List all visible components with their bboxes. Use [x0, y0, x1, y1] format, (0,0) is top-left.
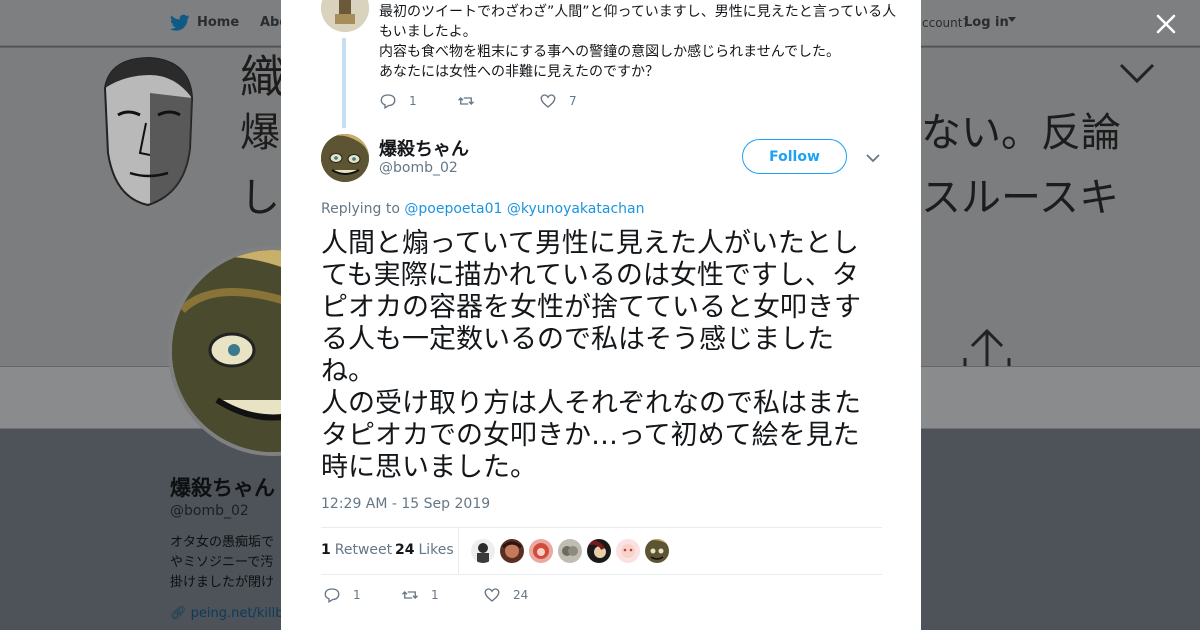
- banner-text-line: し: [240, 175, 280, 221]
- liker-avatar[interactable]: [616, 539, 640, 563]
- like-action[interactable]: 7: [539, 92, 577, 110]
- banner-text-line: 爆: [240, 110, 280, 156]
- account-prompt-text: ccount?: [922, 16, 969, 30]
- nav-home-link[interactable]: Home: [197, 15, 239, 30]
- liker-avatar[interactable]: [587, 539, 611, 563]
- avatar-illustration: [321, 0, 369, 32]
- profile-link-text[interactable]: peing.net/killbo: [191, 606, 282, 621]
- login-link[interactable]: Log in: [964, 15, 1009, 30]
- reply-action[interactable]: 1: [323, 586, 361, 604]
- reply-count: 1: [353, 588, 361, 602]
- stats-divider: [458, 528, 459, 574]
- tweet-text-line: 最初のツイートでわざわざ”人間”と仰っていますし、男性に見えたと言っている人もい…: [379, 4, 897, 40]
- previous-tweet-avatar[interactable]: [321, 0, 369, 32]
- retweets-count: 1: [321, 542, 331, 558]
- banner-text-line: 織: [240, 50, 286, 104]
- reply-icon: [324, 588, 340, 603]
- likes-stat[interactable]: 24 Likes: [395, 542, 454, 558]
- banner-text-line: スルースキ: [921, 175, 1119, 221]
- liker-avatar[interactable]: [500, 539, 524, 563]
- tweet-text-line: あなたには女性への非難に見えたのですか？: [379, 64, 659, 80]
- author-handle[interactable]: @bomb_02: [379, 160, 458, 176]
- mention-link[interactable]: @poepoeta01: [404, 201, 502, 217]
- reply-icon: [380, 94, 396, 109]
- avatar-illustration: [321, 134, 369, 182]
- tweet-paragraph: 人間と煽っていて男性に見えた人がいたとしても実際に描かれているのは女性ですし、タ…: [321, 228, 861, 387]
- mention-link[interactable]: @kyunoyakatachan: [507, 201, 645, 217]
- liker-avatars: [471, 539, 669, 563]
- tweet-timestamp[interactable]: 12:29 AM - 15 Sep 2019: [321, 496, 490, 512]
- replying-prefix: Replying to: [321, 201, 400, 217]
- bio-line: やミソジニーで汚: [170, 555, 274, 570]
- tweet-text: 人間と煽っていて男性に見えた人がいたとしても実際に描かれているのは女性ですし、タ…: [321, 228, 881, 484]
- chevron-down-icon: [1119, 63, 1155, 84]
- retweet-icon: [458, 97, 474, 105]
- banner-text-line: ない。反論: [921, 110, 1121, 156]
- retweet-count: 1: [431, 588, 439, 602]
- retweet-action[interactable]: [457, 92, 487, 110]
- profile-website-link[interactable]: 🔗︎ peing.net/killbo: [170, 606, 282, 621]
- author-avatar[interactable]: [321, 134, 369, 182]
- bio-line: オタ女の愚痴垢で: [170, 535, 275, 550]
- tweet-paragraph: 人の受け取り方は人それぞれなので私はまたタピオカでの女叩きか…って初めて絵を見た…: [321, 388, 861, 483]
- retweets-stat[interactable]: 1 Retweet: [321, 542, 392, 558]
- retweet-action[interactable]: 1: [401, 586, 439, 604]
- author-name[interactable]: 爆殺ちゃん: [379, 135, 469, 161]
- replying-to-line: Replying to @poepoeta01 @kyunoyakatachan: [321, 201, 644, 217]
- heart-icon: [484, 588, 500, 602]
- liker-avatar[interactable]: [471, 539, 495, 563]
- profile-bio: オタ女の愚痴垢で やミソジニーで汚 掛けましたが閉け: [170, 533, 285, 593]
- arrow-up-icon: [963, 328, 1011, 366]
- like-action[interactable]: 24: [483, 586, 528, 604]
- thread-connector-line: [342, 38, 346, 128]
- reply-count: 1: [409, 94, 417, 108]
- chevron-down-icon[interactable]: [865, 150, 881, 166]
- tweet-stats-bar: 1 Retweet 24 Likes: [321, 527, 882, 575]
- close-icon[interactable]: [1154, 12, 1178, 36]
- heart-icon: [540, 94, 556, 108]
- liker-avatar[interactable]: [558, 539, 582, 563]
- profile-name: 爆殺ちゃん: [170, 476, 275, 500]
- previous-tweet-text: 最初のツイートでわざわざ”人間”と仰っていますし、男性に見えたと言っている人もい…: [379, 2, 899, 82]
- login-caret-icon[interactable]: [1008, 17, 1016, 22]
- banner-portrait-illustration: [103, 56, 194, 207]
- follow-button[interactable]: Follow: [742, 139, 847, 174]
- retweets-label: Retweet: [334, 542, 393, 558]
- liker-avatar[interactable]: [529, 539, 553, 563]
- retweet-icon: [402, 591, 418, 599]
- liker-avatar[interactable]: [645, 539, 669, 563]
- tweet-permalink-modal: 最初のツイートでわざわざ”人間”と仰っていますし、男性に見えたと言っている人もい…: [281, 0, 921, 630]
- like-count: 24: [513, 588, 529, 602]
- likes-label: Likes: [418, 542, 454, 558]
- like-count: 7: [569, 94, 577, 108]
- profile-handle: @bomb_02: [170, 503, 249, 519]
- link-icon: 🔗︎: [170, 606, 191, 621]
- reply-action[interactable]: 1: [379, 92, 417, 110]
- likes-count: 24: [395, 542, 415, 558]
- twitter-bird-icon[interactable]: [170, 14, 190, 32]
- bio-line: 掛けましたが閉け: [170, 575, 275, 590]
- tweet-text-line: 内容も食べ物を粗末にする事への警鐘の意図しか感じられませんでした。: [379, 44, 841, 60]
